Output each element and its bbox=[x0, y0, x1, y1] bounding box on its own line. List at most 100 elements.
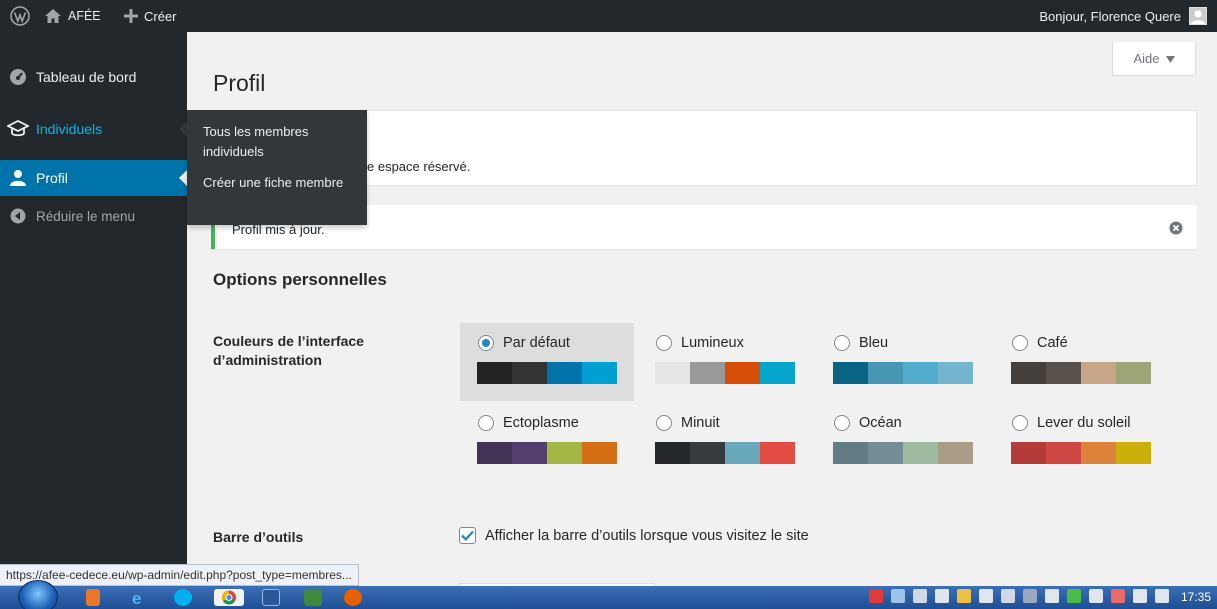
color-scheme-name: Ectoplasme bbox=[503, 415, 579, 431]
start-button[interactable] bbox=[18, 580, 58, 609]
flyout-pointer bbox=[179, 121, 187, 137]
collapse-menu-button[interactable]: Réduire le menu bbox=[0, 201, 187, 231]
volume-tray-icon[interactable] bbox=[935, 589, 949, 603]
color-swatches bbox=[655, 442, 795, 464]
account-greeting[interactable]: Bonjour, Florence Quere bbox=[1039, 0, 1181, 32]
color-swatch bbox=[760, 442, 795, 464]
color-scheme-option[interactable]: Lumineux bbox=[638, 323, 812, 401]
signal-tray-icon[interactable] bbox=[1045, 589, 1059, 603]
color-scheme-option[interactable]: Lever du soleil bbox=[994, 403, 1168, 481]
network-tray-icon[interactable] bbox=[891, 589, 905, 603]
windows-taskbar: e 17:35 bbox=[0, 580, 1217, 609]
color-scheme-radio[interactable] bbox=[1012, 335, 1028, 351]
excel-icon[interactable] bbox=[304, 589, 322, 606]
color-scheme-radio-row[interactable]: Par défaut bbox=[478, 335, 570, 351]
taskbar-clock[interactable]: 17:35 bbox=[1181, 590, 1211, 604]
color-swatch bbox=[903, 362, 938, 384]
security-tray-icon[interactable] bbox=[1133, 589, 1147, 603]
color-swatch bbox=[655, 362, 690, 384]
sync-tray-icon[interactable] bbox=[1155, 589, 1169, 603]
color-scheme-option[interactable]: Par défaut bbox=[460, 323, 634, 401]
color-swatches bbox=[655, 362, 795, 384]
skype-icon[interactable] bbox=[174, 589, 192, 606]
color-scheme-radio[interactable] bbox=[478, 335, 494, 351]
media-player-icon[interactable] bbox=[86, 589, 100, 606]
action-center-tray-icon[interactable] bbox=[913, 589, 927, 603]
acrobat-tray-icon[interactable] bbox=[869, 589, 883, 603]
color-scheme-radio[interactable] bbox=[656, 415, 672, 431]
color-swatch bbox=[477, 362, 512, 384]
sidebar-item-dashboard[interactable]: Tableau de bord bbox=[0, 60, 187, 94]
color-swatch bbox=[1011, 362, 1046, 384]
create-label: Créer bbox=[144, 8, 177, 24]
bluetooth-tray-icon[interactable] bbox=[1089, 589, 1103, 603]
media-tray-icon[interactable] bbox=[1023, 589, 1037, 603]
color-scheme-name: Minuit bbox=[681, 415, 720, 431]
color-scheme-radio-row[interactable]: Océan bbox=[834, 415, 902, 431]
update-tray-icon[interactable] bbox=[957, 589, 971, 603]
color-scheme-option[interactable]: Bleu bbox=[816, 323, 990, 401]
color-scheme-name: Bleu bbox=[859, 335, 889, 351]
color-swatch bbox=[690, 362, 725, 384]
sidebar-item-label: Réduire le menu bbox=[36, 208, 136, 224]
color-scheme-option[interactable]: Minuit bbox=[638, 403, 812, 481]
flag-tray-icon[interactable] bbox=[1111, 589, 1125, 603]
color-swatches bbox=[477, 442, 617, 464]
dashboard-icon bbox=[0, 68, 36, 86]
avatar[interactable] bbox=[1189, 7, 1207, 25]
color-scheme-name: Océan bbox=[859, 415, 902, 431]
toolbar-option[interactable]: Afficher la barre d’outils lorsque vous … bbox=[459, 527, 809, 544]
color-scheme-option[interactable]: Ectoplasme bbox=[460, 403, 634, 481]
sidebar-item-label: Tableau de bord bbox=[36, 69, 137, 85]
power-tray-icon[interactable] bbox=[979, 589, 993, 603]
color-swatch bbox=[868, 362, 903, 384]
graduation-cap-icon bbox=[0, 120, 36, 138]
color-scheme-radio[interactable] bbox=[1012, 415, 1028, 431]
word-icon[interactable] bbox=[262, 589, 280, 606]
color-swatch bbox=[833, 442, 868, 464]
firefox-icon[interactable] bbox=[344, 589, 362, 606]
create-new-link[interactable]: Créer bbox=[124, 0, 177, 32]
color-scheme-radio[interactable] bbox=[834, 415, 850, 431]
toolbar-checkbox[interactable] bbox=[459, 527, 476, 544]
chrome-icon[interactable] bbox=[214, 589, 244, 606]
collapse-arrow-icon bbox=[0, 208, 36, 224]
site-name-label: AFÉE bbox=[68, 9, 101, 23]
flyout-link-all-members[interactable]: Tous les membres individuels bbox=[203, 122, 353, 162]
admin-bar: AFÉE Créer Bonjour, Florence Quere bbox=[0, 0, 1217, 32]
color-scheme-radio-row[interactable]: Ectoplasme bbox=[478, 415, 579, 431]
color-scheme-radio-row[interactable]: Lumineux bbox=[656, 335, 744, 351]
internet-explorer-icon[interactable]: e bbox=[130, 589, 148, 608]
flyout-link-create-member[interactable]: Créer une fiche membre bbox=[203, 173, 353, 193]
color-scheme-radio[interactable] bbox=[834, 335, 850, 351]
section-title: Options personnelles bbox=[213, 270, 387, 289]
color-swatch bbox=[655, 442, 690, 464]
display-tray-icon[interactable] bbox=[1001, 589, 1015, 603]
sidebar-item-individuels[interactable]: Individuels bbox=[0, 112, 187, 146]
sidebar-item-label: Profil bbox=[36, 170, 68, 186]
toolbar-checkbox-label: Afficher la barre d’outils lorsque vous … bbox=[485, 527, 809, 544]
current-item-pointer bbox=[179, 170, 187, 186]
color-scheme-radio[interactable] bbox=[656, 335, 672, 351]
site-name-link[interactable]: AFÉE bbox=[44, 0, 101, 32]
color-swatch bbox=[938, 362, 973, 384]
color-scheme-radio-row[interactable]: Lever du soleil bbox=[1012, 415, 1131, 431]
wifi-tray-icon[interactable] bbox=[1067, 589, 1081, 603]
user-icon bbox=[0, 169, 36, 187]
wordpress-logo-icon[interactable] bbox=[10, 0, 30, 32]
system-tray bbox=[869, 589, 1169, 603]
color-scheme-radio-row[interactable]: Bleu bbox=[834, 335, 888, 351]
color-swatch bbox=[690, 442, 725, 464]
color-swatches bbox=[833, 442, 973, 464]
color-scheme-radio-row[interactable]: Minuit bbox=[656, 415, 720, 431]
color-scheme-radio-row[interactable]: Café bbox=[1012, 335, 1068, 351]
color-scheme-option[interactable]: Café bbox=[994, 323, 1168, 401]
color-scheme-name: Café bbox=[1037, 335, 1068, 351]
help-tab-button[interactable]: Aide bbox=[1112, 42, 1196, 76]
color-scheme-option[interactable]: Océan bbox=[816, 403, 990, 481]
color-swatch bbox=[833, 362, 868, 384]
plus-icon bbox=[124, 9, 138, 23]
dismiss-notice-icon[interactable] bbox=[1169, 221, 1183, 238]
color-scheme-radio[interactable] bbox=[478, 415, 494, 431]
sidebar-item-profil[interactable]: Profil bbox=[0, 160, 187, 196]
